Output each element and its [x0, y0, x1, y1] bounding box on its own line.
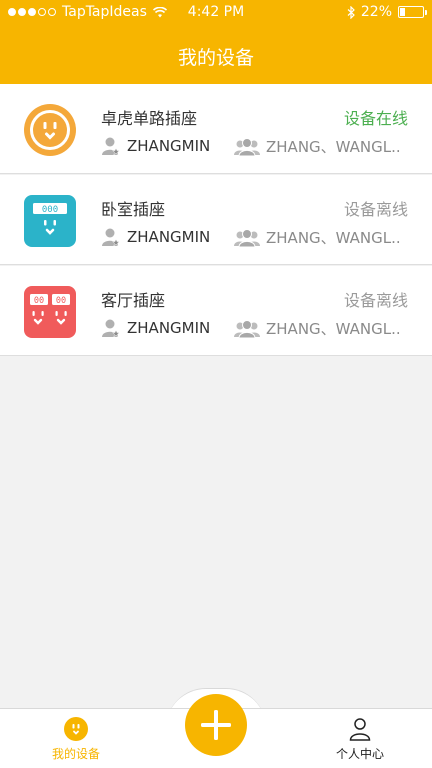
device-name: 卧室插座 — [101, 200, 166, 219]
owner-name: ZHANGMIN — [127, 319, 211, 337]
device-owner: ZHANGMIN — [101, 318, 210, 338]
status-bar-right: 22% — [347, 4, 427, 20]
profile-person-icon — [349, 718, 371, 741]
group-users-icon — [234, 319, 260, 338]
device-list: 卓虎单路插座 设备在线 ZHANGMIN ZHANG、WANGL.. 000 卧… — [0, 84, 432, 356]
double-socket-icon: 00 00 — [24, 286, 76, 338]
device-shared-users: ZHANG、WANGL.. — [234, 227, 404, 248]
single-socket-icon: 000 — [24, 195, 76, 247]
tab-my-devices[interactable]: 我的设备 — [26, 717, 126, 762]
tab-my-devices-label: 我的设备 — [51, 747, 100, 761]
app-header: TapTapIdeas 4:42 PM 22% 我的设备 — [0, 0, 432, 84]
device-shared-users: ZHANG、WANGL.. — [234, 136, 404, 157]
shared-users-text: ZHANG、WANGL.. — [266, 138, 401, 156]
owner-person-icon — [102, 319, 121, 338]
owner-name: ZHANGMIN — [127, 137, 211, 155]
plus-icon — [201, 710, 231, 740]
group-users-icon — [234, 137, 260, 156]
owner-name: ZHANGMIN — [127, 228, 211, 246]
round-socket-icon — [24, 104, 76, 156]
device-owner: ZHANGMIN — [101, 227, 210, 247]
tab-profile-label: 个人中心 — [335, 747, 384, 761]
device-status: 设备离线 — [343, 200, 408, 219]
shared-users-text: ZHANG、WANGL.. — [266, 229, 401, 247]
battery-percent: 22% — [360, 4, 392, 20]
socket-display: 000 — [42, 205, 58, 215]
device-name: 卓虎单路插座 — [101, 109, 198, 128]
device-name: 客厅插座 — [101, 291, 166, 310]
device-status: 设备离线 — [343, 291, 408, 310]
add-device-button[interactable] — [185, 694, 247, 756]
device-row-zhuohu-socket[interactable]: 卓虎单路插座 设备在线 ZHANGMIN ZHANG、WANGL.. — [0, 84, 432, 174]
battery-icon — [398, 6, 427, 18]
bluetooth-icon — [347, 5, 355, 19]
owner-person-icon — [102, 228, 121, 247]
device-status: 设备在线 — [343, 109, 408, 128]
socket-display-right: 00 — [56, 296, 66, 306]
status-bar: TapTapIdeas 4:42 PM 22% — [0, 0, 432, 26]
tab-profile[interactable]: 个人中心 — [310, 717, 410, 762]
owner-person-icon — [102, 137, 121, 156]
device-owner: ZHANGMIN — [101, 136, 210, 156]
my-devices-tab-icon — [64, 717, 88, 741]
page-title: 我的设备 — [177, 47, 254, 69]
device-row-bedroom-socket[interactable]: 000 卧室插座 设备离线 ZHANGMIN ZHANG、WANGL.. — [0, 175, 432, 265]
socket-display-left: 00 — [34, 296, 44, 306]
shared-users-text: ZHANG、WANGL.. — [266, 320, 401, 338]
group-users-icon — [234, 228, 260, 247]
device-shared-users: ZHANG、WANGL.. — [234, 318, 404, 339]
device-row-living-room-socket[interactable]: 00 00 客厅插座 设备离线 ZHANGMIN ZHANG、WANGL.. — [0, 266, 432, 356]
